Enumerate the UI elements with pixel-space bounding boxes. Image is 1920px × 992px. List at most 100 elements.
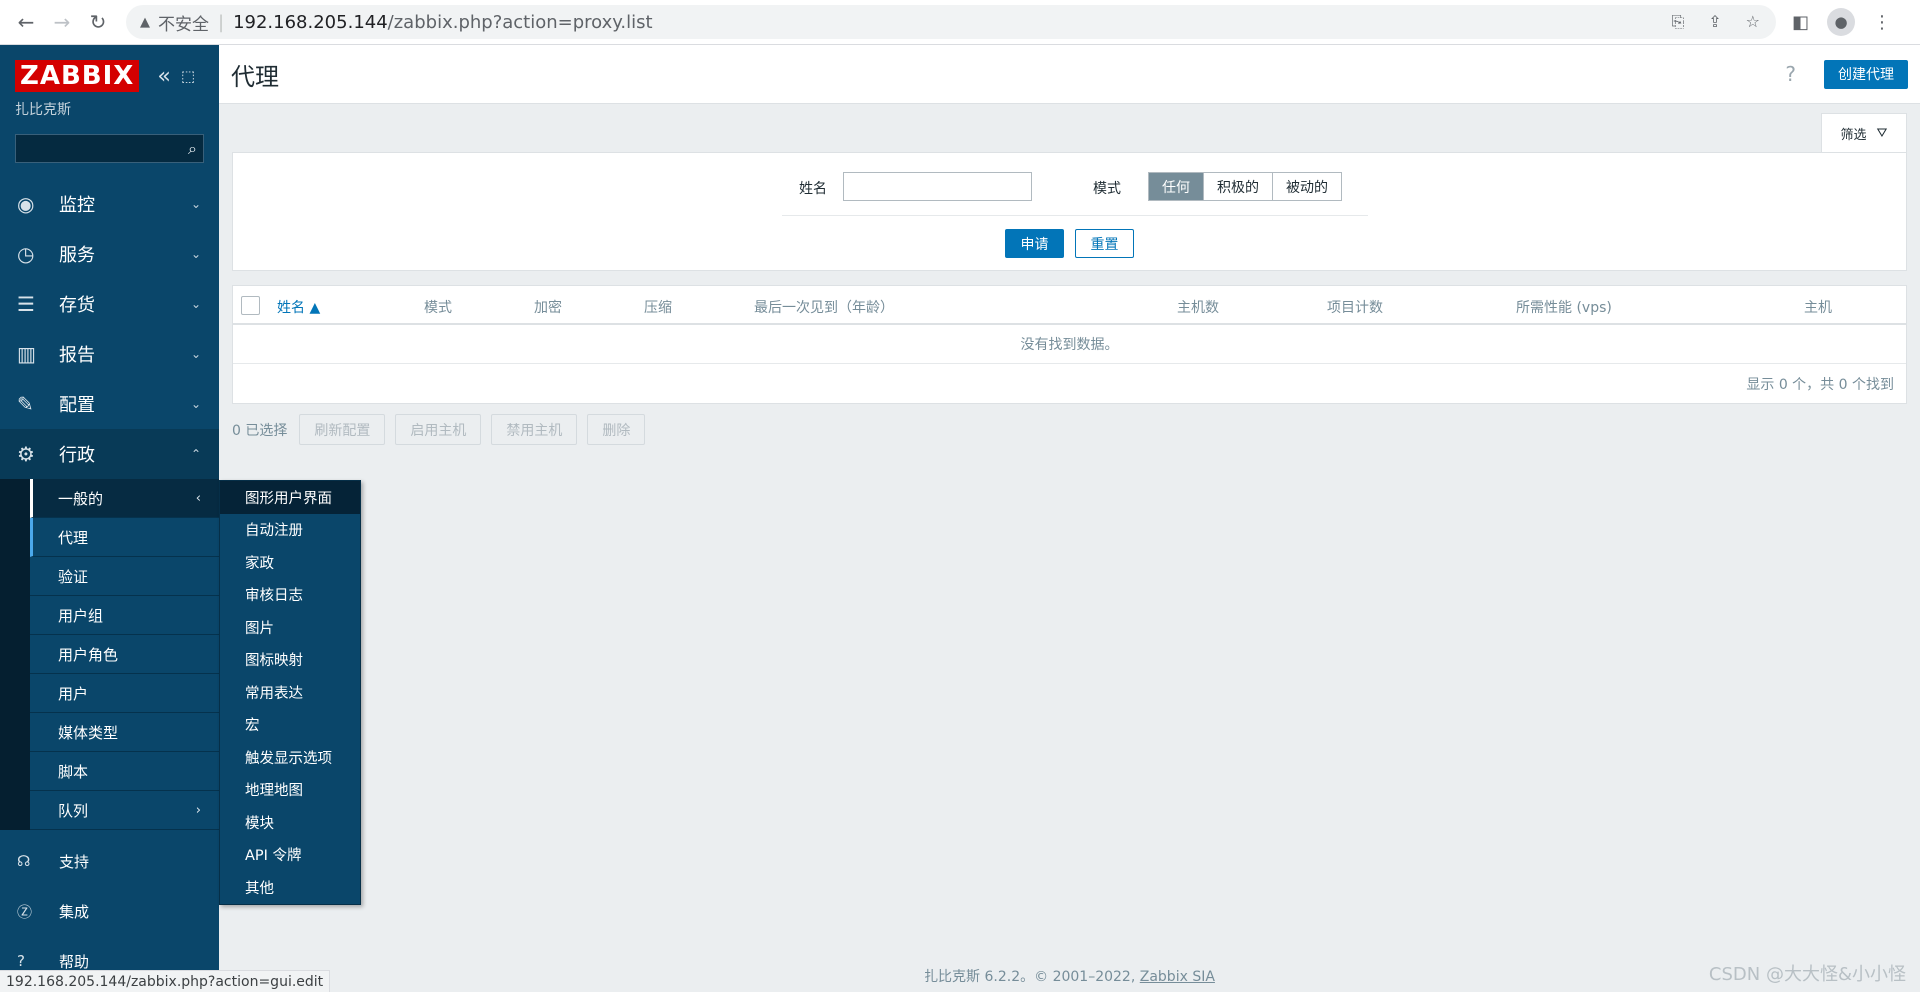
- chevron-up-icon: ⌃: [190, 447, 201, 461]
- help-icon[interactable]: ?: [1785, 62, 1796, 86]
- flyout-item-autoregistration[interactable]: 自动注册: [220, 514, 360, 547]
- footer-link[interactable]: Zabbix SIA: [1140, 969, 1215, 985]
- collapse-sidebar-icon[interactable]: «: [157, 64, 170, 89]
- flyout-item-other[interactable]: 其他: [220, 871, 360, 904]
- menu-item-inventory[interactable]: ☰ 存货 ⌄: [0, 279, 219, 329]
- translate-icon[interactable]: ⎘: [1671, 12, 1684, 32]
- create-proxy-button[interactable]: 创建代理: [1824, 59, 1908, 89]
- submenu-item-user-groups[interactable]: 用户组: [30, 596, 219, 635]
- mode-option-active[interactable]: 积极的: [1204, 173, 1273, 200]
- sidebar-search-input[interactable]: ⌕: [15, 134, 204, 163]
- filter-tab[interactable]: 筛选 ⛛: [1821, 113, 1907, 152]
- flyout-item-api-tokens[interactable]: API 令牌: [220, 839, 360, 872]
- mass-action-bar: 0 已选择 刷新配置 启用主机 禁用主机 删除: [232, 414, 1920, 445]
- administration-submenu: 一般的 ‹ 代理 验证 用户组 用户角色 用户 媒体类型 脚本 队列 ›: [0, 479, 219, 830]
- footer-text: 扎比克斯 6.2.2。© 2001–2022,: [924, 969, 1140, 985]
- url-path[interactable]: /zabbix.php?action=proxy.list: [388, 12, 653, 33]
- menu-item-administration[interactable]: ⚙ 行政 ⌃: [0, 429, 219, 479]
- menu-item-integrations[interactable]: Ⓩ 集成: [0, 886, 219, 936]
- submenu-item-general[interactable]: 一般的 ‹: [30, 479, 219, 518]
- chevron-right-icon: ›: [195, 802, 201, 818]
- menu-label: 服务: [59, 245, 95, 266]
- submenu-label: 代理: [58, 528, 89, 547]
- submenu-label: 脚本: [58, 762, 89, 781]
- submenu-item-queue[interactable]: 队列 ›: [30, 791, 219, 830]
- insecure-label[interactable]: 不安全: [158, 10, 209, 35]
- address-bar[interactable]: ▲ 不安全 | 192.168.205.144 /zabbix.php?acti…: [126, 5, 1776, 39]
- menu-label: 支持: [59, 852, 90, 871]
- submenu-item-authentication[interactable]: 验证: [30, 557, 219, 596]
- menu-item-support[interactable]: ☊ 支持: [0, 836, 219, 886]
- browser-menu-icon[interactable]: ⋮: [1873, 12, 1891, 33]
- enable-hosts-button[interactable]: 启用主机: [395, 414, 482, 445]
- profile-avatar-icon[interactable]: ●: [1827, 8, 1856, 36]
- reset-button[interactable]: 重置: [1075, 229, 1134, 258]
- submenu-item-proxies[interactable]: 代理: [30, 518, 219, 557]
- warning-triangle-icon[interactable]: ▲: [140, 15, 150, 30]
- flyout-item-geographical-maps[interactable]: 地理地图: [220, 774, 360, 807]
- side-panel-icon[interactable]: ◧: [1792, 12, 1809, 33]
- main-content: 代理 ? 创建代理 筛选 ⛛ 姓名 模式 任何 积极的 被动的 申请 重置 姓名…: [219, 45, 1920, 992]
- flyout-item-housekeeping[interactable]: 家政: [220, 546, 360, 579]
- flyout-item-images[interactable]: 图片: [220, 611, 360, 644]
- submenu-label: 用户组: [58, 606, 104, 625]
- menu-item-reports[interactable]: ▥ 报告 ⌄: [0, 329, 219, 379]
- status-bar-url: 192.168.205.144/zabbix.php?action=gui.ed…: [0, 970, 331, 992]
- flyout-item-macros[interactable]: 宏: [220, 709, 360, 742]
- sidebar: ZABBIX « ⬚ 扎比克斯 ⌕ ◉ 监控 ⌄ ◷ 服务 ⌄ ☰ 存货 ⌄ ▥…: [0, 45, 219, 992]
- funnel-icon: ⛛: [1876, 125, 1888, 141]
- zabbix-logo[interactable]: ZABBIX: [15, 60, 140, 92]
- flyout-item-icon-mapping[interactable]: 图标映射: [220, 644, 360, 677]
- url-host[interactable]: 192.168.205.144: [233, 12, 388, 33]
- menu-label: 集成: [59, 902, 90, 921]
- page-title: 代理: [231, 62, 279, 91]
- submenu-item-users[interactable]: 用户: [30, 674, 219, 713]
- submenu-label: 队列: [58, 801, 89, 820]
- menu-item-configuration[interactable]: ✎ 配置 ⌄: [0, 379, 219, 429]
- name-filter-input[interactable]: [843, 172, 1032, 201]
- page-header: 代理 ? 创建代理: [219, 45, 1920, 104]
- column-item-count: 项目计数: [1327, 300, 1383, 316]
- submenu-item-media-types[interactable]: 媒体类型: [30, 713, 219, 752]
- kiosk-mode-icon[interactable]: ⬚: [181, 67, 195, 85]
- menu-item-monitoring[interactable]: ◉ 监控 ⌄: [0, 179, 219, 229]
- flyout-item-audit-log[interactable]: 审核日志: [220, 579, 360, 612]
- submenu-label: 用户: [58, 684, 89, 703]
- main-menu: ◉ 监控 ⌄ ◷ 服务 ⌄ ☰ 存货 ⌄ ▥ 报告 ⌄ ✎ 配置 ⌄ ⚙ 行政 …: [0, 179, 219, 830]
- flyout-item-modules[interactable]: 模块: [220, 806, 360, 839]
- z-icon: Ⓩ: [17, 902, 33, 921]
- delete-button[interactable]: 删除: [587, 414, 646, 445]
- menu-label: 报告: [59, 345, 95, 366]
- submenu-item-scripts[interactable]: 脚本: [30, 752, 219, 791]
- select-all-checkbox[interactable]: [241, 296, 260, 315]
- menu-item-services[interactable]: ◷ 服务 ⌄: [0, 229, 219, 279]
- refresh-configuration-button[interactable]: 刷新配置: [299, 414, 386, 445]
- column-name[interactable]: 姓名 ▲: [277, 297, 320, 317]
- flyout-item-regular-expressions[interactable]: 常用表达: [220, 676, 360, 709]
- apply-button[interactable]: 申请: [1005, 229, 1064, 258]
- reload-icon[interactable]: ↻: [80, 4, 116, 40]
- submenu-item-user-roles[interactable]: 用户角色: [30, 635, 219, 674]
- url-separator: |: [218, 11, 225, 33]
- bottom-menu: ☊ 支持 Ⓩ 集成 ? 帮助: [0, 836, 219, 986]
- flyout-item-trigger-display-options[interactable]: 触发显示选项: [220, 741, 360, 774]
- wrench-icon: ✎: [17, 392, 34, 416]
- share-icon[interactable]: ⇪: [1708, 12, 1721, 32]
- eye-icon: ◉: [17, 192, 35, 216]
- column-compression: 压缩: [644, 300, 672, 316]
- disable-hosts-button[interactable]: 禁用主机: [491, 414, 578, 445]
- column-mode: 模式: [424, 300, 452, 316]
- back-arrow-icon[interactable]: ←: [8, 4, 44, 40]
- footer: 扎比克斯 6.2.2。© 2001–2022, Zabbix SIA: [219, 966, 1920, 986]
- submenu-label: 一般的: [58, 489, 104, 508]
- chevron-left-icon: ‹: [195, 490, 201, 506]
- mode-option-any[interactable]: 任何: [1149, 173, 1204, 200]
- chevron-down-icon: ⌄: [190, 247, 201, 261]
- flyout-item-gui[interactable]: 图形用户界面: [220, 481, 360, 514]
- search-icon[interactable]: ⌕: [188, 139, 197, 159]
- forward-arrow-icon[interactable]: →: [44, 4, 80, 40]
- menu-label: 配置: [59, 395, 95, 416]
- proxy-table: 姓名 ▲ 模式 加密 压缩 最后一次见到（年龄） 主机数 项目计数 所需性能 (…: [232, 285, 1907, 404]
- mode-option-passive[interactable]: 被动的: [1273, 173, 1341, 200]
- bookmark-star-icon[interactable]: ☆: [1746, 12, 1760, 32]
